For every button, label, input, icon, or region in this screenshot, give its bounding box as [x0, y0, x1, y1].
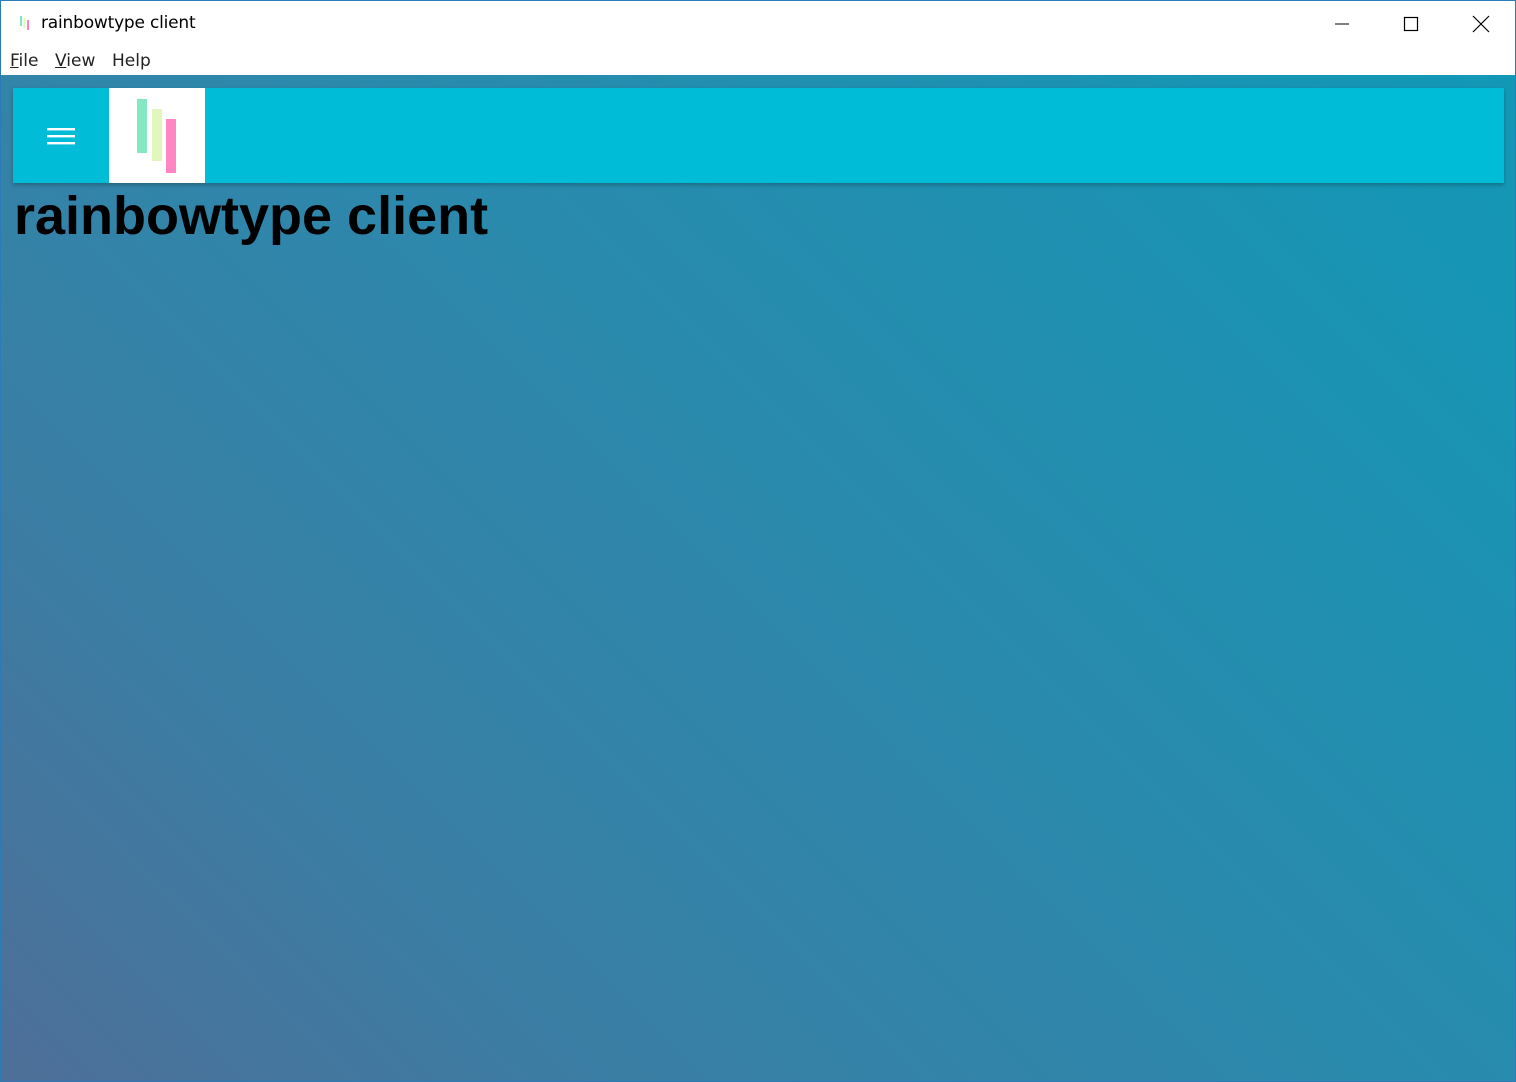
rainbowtype-logo-icon	[137, 99, 176, 173]
menu-file[interactable]: File	[10, 51, 38, 71]
close-icon	[1472, 15, 1490, 33]
maximize-button[interactable]	[1376, 1, 1446, 47]
menu-help[interactable]: Help	[112, 51, 151, 71]
menu-bar: File View Help	[1, 47, 1515, 75]
maximize-icon	[1403, 16, 1419, 32]
app-bar	[13, 88, 1504, 183]
page-title: rainbowtype client	[14, 186, 489, 246]
window-title: rainbowtype client	[41, 13, 196, 33]
minimize-icon	[1335, 23, 1349, 25]
app-window: rainbowtype client File View Help rainbo…	[0, 0, 1516, 1082]
menu-view-accel: V	[55, 51, 67, 71]
menu-view-rest: iew	[66, 51, 96, 71]
logo-button[interactable]	[109, 88, 205, 183]
close-button[interactable]	[1446, 1, 1515, 47]
hamburger-menu-icon	[47, 127, 75, 144]
minimize-button[interactable]	[1307, 1, 1377, 47]
menu-file-accel: F	[10, 51, 19, 71]
menu-file-rest: ile	[18, 51, 39, 71]
app-icon	[20, 16, 29, 30]
main-content: rainbowtype client	[1, 75, 1515, 1081]
hamburger-menu-button[interactable]	[13, 88, 109, 183]
menu-view[interactable]: View	[55, 51, 95, 71]
title-bar[interactable]: rainbowtype client	[1, 1, 1515, 47]
